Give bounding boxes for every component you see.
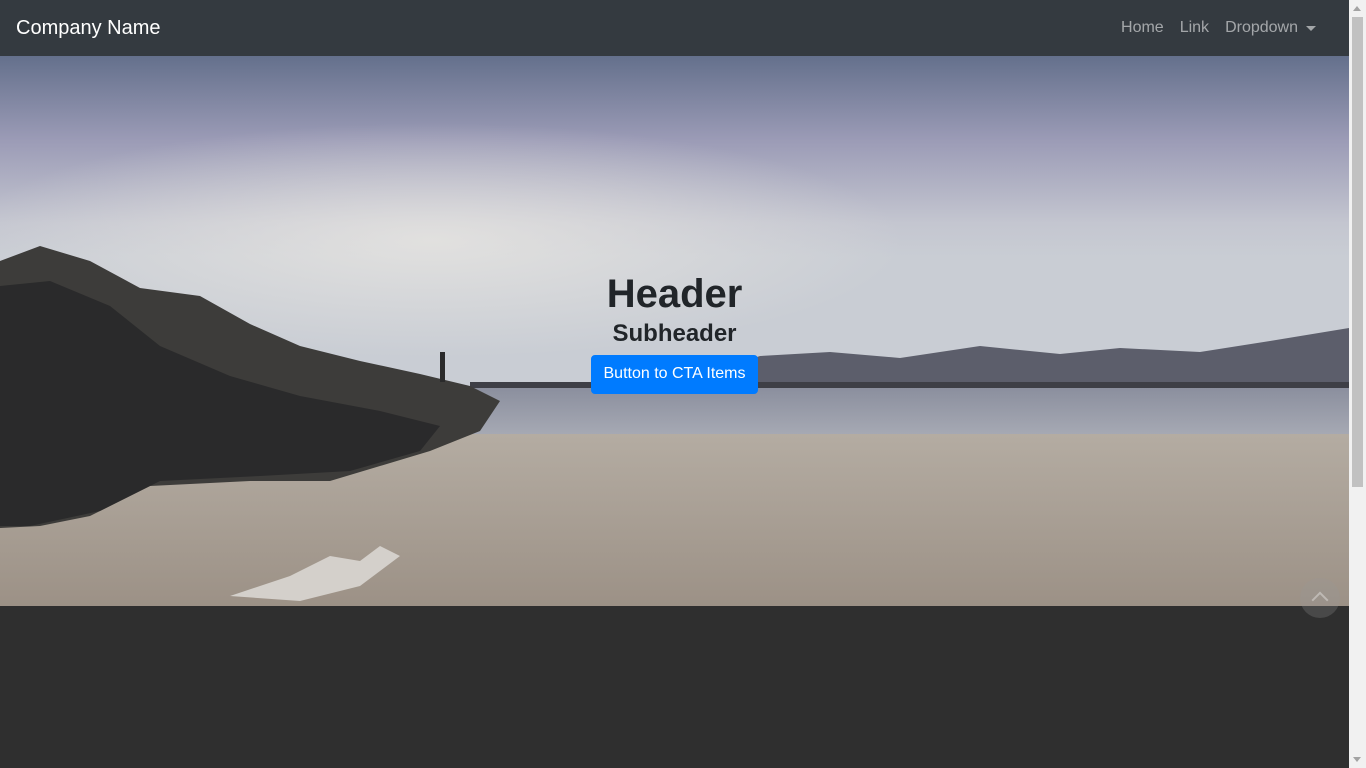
hero-title: Header (606, 272, 743, 316)
navbar: Company Name Home Link Dropdown (0, 0, 1349, 56)
page: Company Name Home Link Dropdown Header S… (0, 0, 1349, 768)
nav-link-home[interactable]: Home (1113, 11, 1172, 45)
cta-button[interactable]: Button to CTA Items (590, 354, 759, 394)
hero-subtitle: Subheader (612, 320, 737, 347)
nav-links: Home Link Dropdown (1113, 11, 1324, 45)
scrollbar-thumb[interactable] (1352, 17, 1363, 487)
chevron-up-icon (1311, 591, 1329, 609)
nav-link-link[interactable]: Link (1172, 11, 1217, 45)
scroll-to-top-button[interactable] (1300, 578, 1340, 618)
scroll-down-arrow-icon[interactable] (1353, 757, 1361, 762)
nav-dropdown-label: Dropdown (1225, 19, 1298, 36)
vertical-scrollbar[interactable] (1349, 0, 1366, 768)
nav-dropdown-toggle[interactable]: Dropdown (1217, 11, 1324, 45)
hero-section: Header Subheader Button to CTA Items (0, 56, 1349, 606)
hero-content: Header Subheader Button to CTA Items (0, 270, 1349, 394)
brand-link[interactable]: Company Name (16, 17, 161, 40)
caret-down-icon (1306, 25, 1316, 31)
scroll-up-arrow-icon[interactable] (1353, 6, 1361, 11)
